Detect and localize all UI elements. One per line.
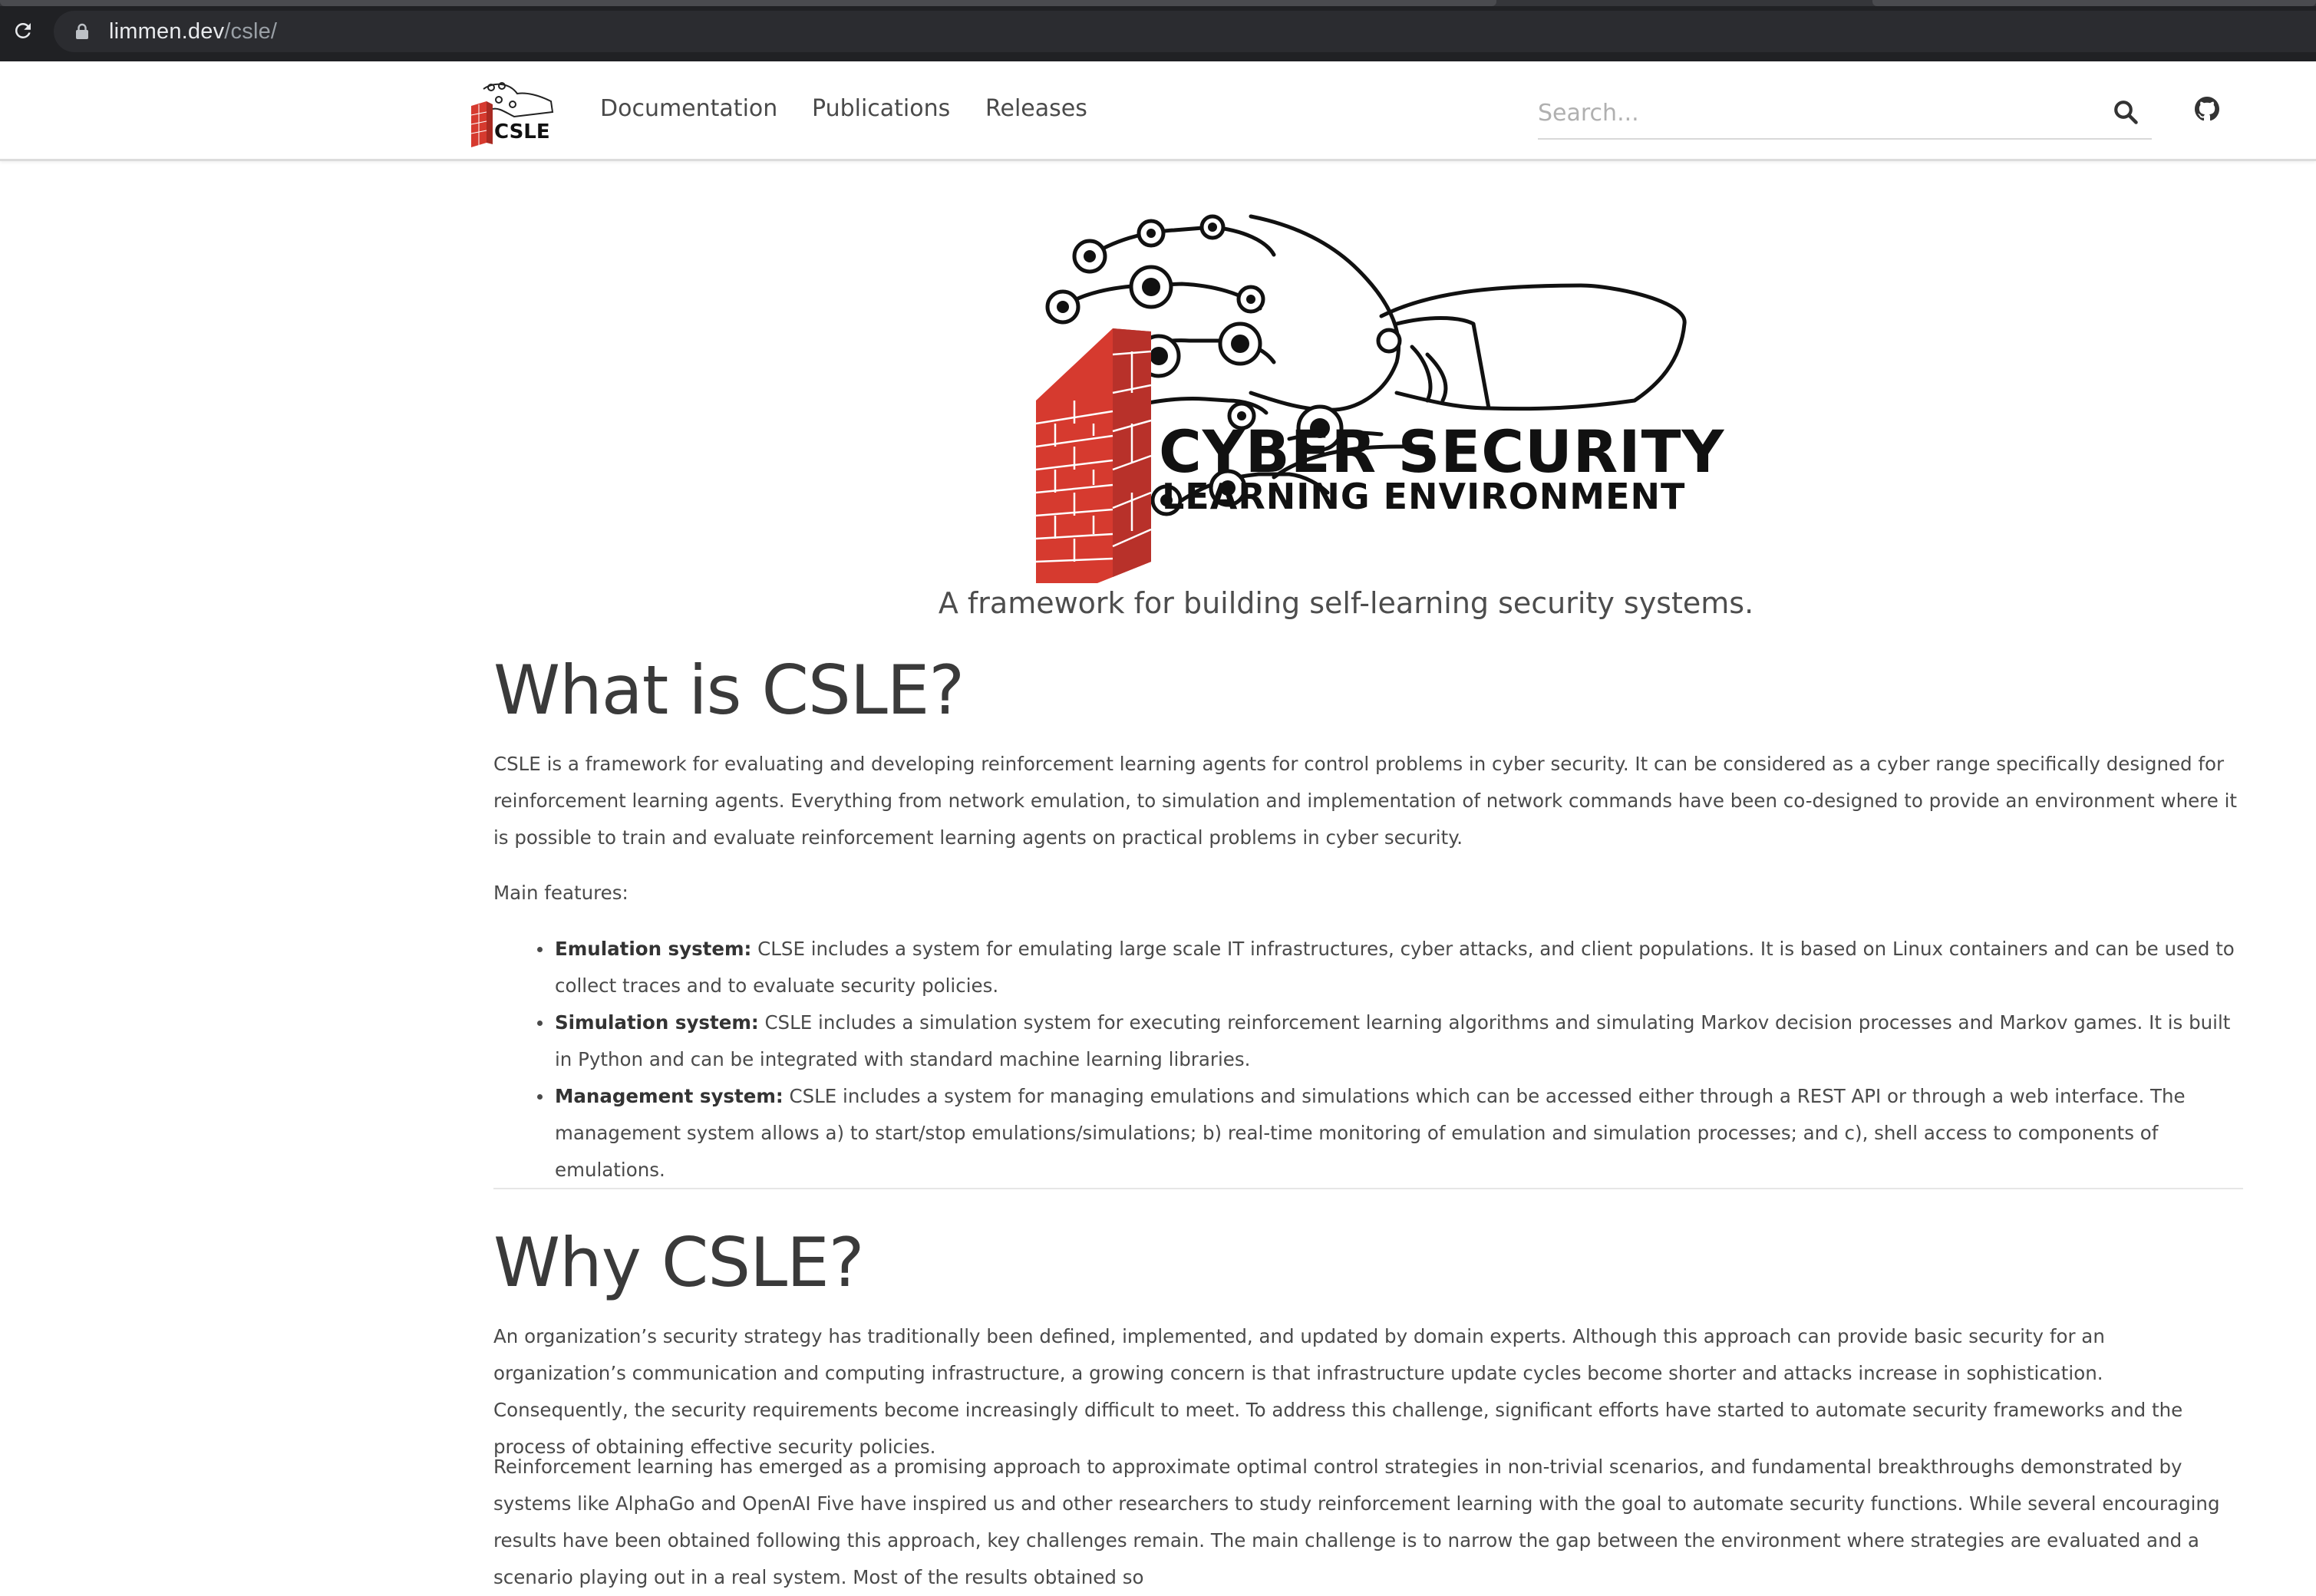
features-label-wrap: Main features: — [493, 875, 2243, 912]
nav-releases[interactable]: Releases — [985, 95, 1087, 122]
hero-tagline: A framework for building self-learning s… — [938, 586, 1754, 620]
feature-text: CSLE includes a system for managing emul… — [555, 1085, 2186, 1181]
section-title-what: What is CSLE? — [493, 651, 965, 730]
why-body-2: Reinforcement learning has emerged as a … — [493, 1449, 2243, 1596]
active-tab-edge[interactable] — [0, 0, 1496, 6]
section-what: What is CSLE? — [493, 651, 2243, 730]
url-host: limmen.dev — [109, 18, 225, 44]
inactive-tab-edge[interactable] — [1872, 0, 2316, 6]
feature-name: Simulation system: — [555, 1011, 759, 1034]
brand-logo-text: CSLE — [494, 120, 550, 143]
feature-name: Management system: — [555, 1085, 784, 1107]
feature-item-simulation: Simulation system: CSLE includes a simul… — [493, 1004, 2243, 1078]
feature-item-emulation: Emulation system: CLSE includes a system… — [493, 931, 2243, 1004]
feature-name: Emulation system: — [555, 938, 752, 960]
address-bar[interactable]: limmen.dev/csle/ — [54, 11, 2316, 52]
section-why: Why CSLE? — [493, 1223, 2243, 1302]
hero-title-line2: LEARNING ENVIRONMENT — [1162, 476, 1686, 517]
why-paragraph-1: An organization’s security strategy has … — [493, 1325, 2183, 1458]
why-paragraph-2: Reinforcement learning has emerged as a … — [493, 1456, 2220, 1588]
what-body: CSLE is a framework for evaluating and d… — [493, 746, 2243, 856]
feature-text: CSLE includes a simulation system for ex… — [555, 1011, 2231, 1070]
nav-publications[interactable]: Publications — [812, 95, 950, 122]
nav-documentation[interactable]: Documentation — [600, 95, 777, 122]
github-icon[interactable] — [2195, 97, 2222, 124]
features-list: Emulation system: CLSE includes a system… — [493, 931, 2243, 1189]
section-divider — [493, 1188, 2243, 1189]
what-intro: CSLE is a framework for evaluating and d… — [493, 753, 2237, 849]
brand-logo[interactable]: CSLE — [468, 78, 557, 149]
hero-logo — [998, 170, 1688, 585]
tab-strip — [0, 0, 2316, 6]
search-input[interactable] — [1538, 89, 2106, 137]
search-box — [1538, 89, 2152, 140]
feature-text: CLSE includes a system for emulating lar… — [555, 938, 2235, 997]
browser-toolbar: limmen.dev/csle/ — [0, 0, 2316, 61]
search-icon[interactable] — [2112, 98, 2143, 129]
url-text[interactable]: limmen.dev/csle/ — [109, 19, 277, 45]
features-wrap: Emulation system: CLSE includes a system… — [493, 931, 2243, 1189]
section-title-why: Why CSLE? — [493, 1223, 864, 1302]
why-body-1: An organization’s security strategy has … — [493, 1318, 2243, 1466]
reload-icon[interactable] — [9, 17, 37, 45]
lock-icon[interactable] — [74, 21, 91, 41]
features-label: Main features: — [493, 882, 628, 904]
feature-item-management: Management system: CSLE includes a syste… — [493, 1078, 2243, 1189]
url-path: /csle/ — [224, 18, 278, 44]
site-header: CSLE Documentation Publications Releases — [0, 61, 2316, 161]
